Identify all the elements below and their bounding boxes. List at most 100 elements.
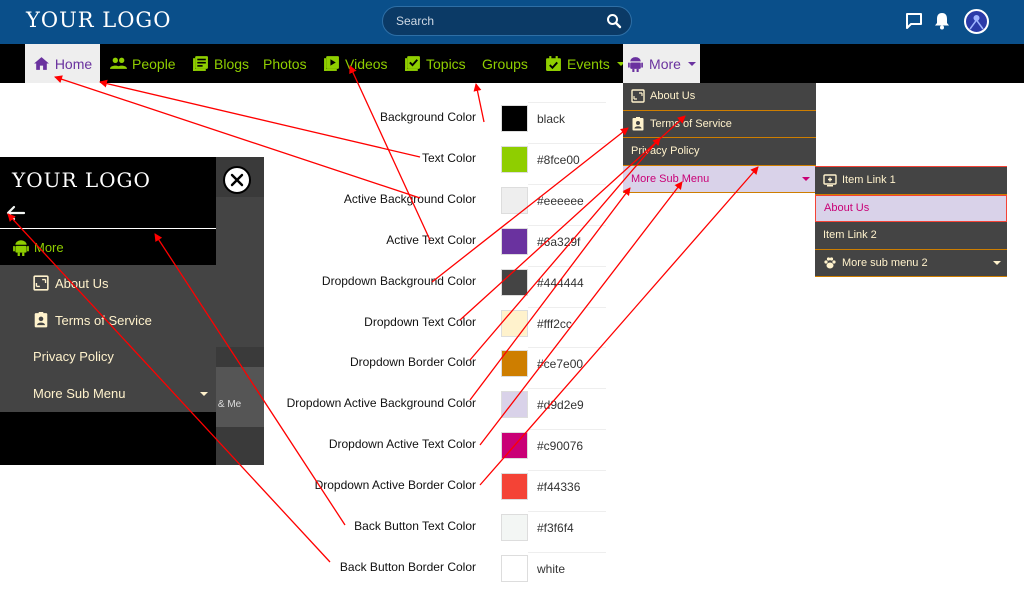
nav-item-blogs[interactable]: Blogs <box>192 44 249 83</box>
chevron-down-icon <box>993 260 1001 265</box>
people-icon <box>110 57 127 69</box>
legend-label: Dropdown Text Color <box>364 315 476 329</box>
mobile-item-privacy[interactable]: Privacy Policy <box>0 339 216 376</box>
color-swatch <box>501 146 528 173</box>
dropdown-label: Privacy Policy <box>631 145 700 158</box>
video-icon <box>324 56 339 71</box>
mobile-item-label: Privacy Policy <box>33 349 114 365</box>
dropdown-item-more-sub-menu[interactable]: More Sub Menu <box>623 165 816 193</box>
close-button[interactable] <box>223 166 251 194</box>
dropdown-label: More Sub Menu <box>631 172 710 185</box>
submenu-item-link-2[interactable]: Item Link 2 <box>815 222 1007 250</box>
dropdown-item-privacy[interactable]: Privacy Policy <box>623 138 816 166</box>
background-block <box>216 197 264 347</box>
dropdown-item-about-us[interactable]: About Us <box>623 83 816 111</box>
dropdown-label: Terms of Service <box>650 117 732 130</box>
submenu-item-content: More sub menu 2 <box>823 256 928 270</box>
bell-icon[interactable] <box>932 11 952 31</box>
legend-row-dropdown-active-border-color: Dropdown Active Border Color #f44336 <box>270 470 606 503</box>
mobile-item-terms[interactable]: Terms of Service <box>0 302 216 339</box>
mobile-item-label: More Sub Menu <box>33 386 126 402</box>
color-value: #f44336 <box>528 470 606 503</box>
submenu-label: Item Link 2 <box>823 229 877 242</box>
submenu-label: More sub menu 2 <box>842 256 928 269</box>
mobile-logo[interactable]: YOUR LOGO <box>12 168 151 192</box>
legend-row-dropdown-border-color: Dropdown Border Color #ce7e00 <box>270 347 606 380</box>
nav-item-topics[interactable]: Topics <box>404 44 466 83</box>
mobile-item-more[interactable]: More <box>0 229 216 265</box>
site-logo[interactable]: YOUR LOGO <box>26 8 171 32</box>
paw-icon <box>824 257 836 269</box>
dropdown-label: About Us <box>650 90 696 103</box>
mobile-item-about-us[interactable]: About Us <box>0 265 216 302</box>
legend-label: Dropdown Active Border Color <box>314 478 476 492</box>
submenu-item-about-us[interactable]: About Us <box>815 194 1007 222</box>
avatar-figure-icon <box>969 15 984 30</box>
nav-label: Events <box>567 55 610 72</box>
mobile-item-more-sub-menu[interactable]: More Sub Menu <box>0 375 216 412</box>
back-arrow-icon[interactable] <box>6 205 26 221</box>
legend-row-active-background-color: Active Background Color #eeeeee <box>270 184 606 217</box>
dropdown-item-terms[interactable]: Terms of Service <box>623 111 816 138</box>
color-value: #f3f6f4 <box>528 511 606 544</box>
nav-item-videos[interactable]: Videos <box>323 44 388 83</box>
submenu-label: About Us <box>824 202 870 215</box>
avatar[interactable] <box>964 9 989 34</box>
mobile-item-label: About Us <box>55 275 109 291</box>
legend-label: Back Button Border Color <box>339 560 476 574</box>
legend-label: Dropdown Active Background Color <box>286 396 476 410</box>
color-value: #eeeeee <box>528 184 606 217</box>
legend-label: Text Color <box>421 151 476 165</box>
image-icon <box>33 275 49 292</box>
legend-row-dropdown-active-text-color: Dropdown Active Text Color #c90076 <box>270 429 606 462</box>
nav-item-groups[interactable]: Groups <box>482 44 528 83</box>
legend-row-background-color: Background Color black <box>270 102 606 135</box>
legend-row-dropdown-active-background-color: Dropdown Active Background Color #d9d2e9 <box>270 388 606 421</box>
nav-label: People <box>132 55 176 72</box>
nav-item-events[interactable]: Events <box>545 44 625 83</box>
color-swatch <box>501 432 528 459</box>
sub-menu: Item Link 1 About Us Item Link 2 More su… <box>815 166 1007 277</box>
color-swatch <box>501 228 528 255</box>
legend-row-dropdown-text-color: Dropdown Text Color #fff2cc <box>270 307 606 340</box>
nav-label: Videos <box>345 55 388 72</box>
legend-label: Background Color <box>379 110 476 124</box>
add-screen-icon <box>823 174 837 187</box>
nav-label: Photos <box>263 55 307 72</box>
color-swatch <box>501 105 528 132</box>
legend-label: Active Text Color <box>386 233 476 247</box>
search-input[interactable]: Search <box>396 14 434 28</box>
chat-icon[interactable] <box>904 11 924 31</box>
nav-item-people[interactable]: People <box>110 44 176 83</box>
legend-label: Dropdown Background Color <box>321 274 476 288</box>
color-value: black <box>528 102 606 135</box>
color-swatch <box>501 473 528 500</box>
nav-label: Groups <box>482 55 528 72</box>
search-icon[interactable] <box>606 13 622 29</box>
color-value: white <box>528 552 606 585</box>
submenu-item-link-1[interactable]: Item Link 1 <box>815 167 1007 195</box>
nav-item-home[interactable]: Home <box>25 44 100 83</box>
legend-row-back-button-text-color: Back Button Text Color #f3f6f4 <box>270 511 606 544</box>
color-swatch <box>501 391 528 418</box>
color-swatch <box>501 555 528 582</box>
color-swatch <box>501 310 528 337</box>
more-dropdown: About Us Terms of Service Privacy Policy… <box>623 83 816 193</box>
nav-item-photos[interactable]: Photos <box>263 44 307 83</box>
close-icon <box>230 173 244 187</box>
nav-label: More <box>649 55 681 72</box>
color-value: #c90076 <box>528 429 606 462</box>
mobile-menu: YOUR LOGO More About Us Terms of Service… <box>0 157 216 465</box>
mobile-menu-preview: ng & Me YOUR LOGO More About Us Terms of… <box>0 157 264 465</box>
legend-row-active-text-color: Active Text Color #6a329f <box>270 225 606 258</box>
mobile-page-background <box>216 157 264 465</box>
home-icon <box>33 57 49 70</box>
color-swatch <box>501 514 528 541</box>
search-box[interactable]: Search <box>382 6 632 36</box>
color-value: #ce7e00 <box>528 347 606 380</box>
submenu-item-more-sub-menu-2[interactable]: More sub menu 2 <box>815 250 1007 277</box>
nav-item-more[interactable]: More <box>623 44 700 83</box>
legend-label: Dropdown Active Text Color <box>328 437 476 451</box>
color-value: #444444 <box>528 266 606 299</box>
chevron-down-icon <box>687 61 696 66</box>
